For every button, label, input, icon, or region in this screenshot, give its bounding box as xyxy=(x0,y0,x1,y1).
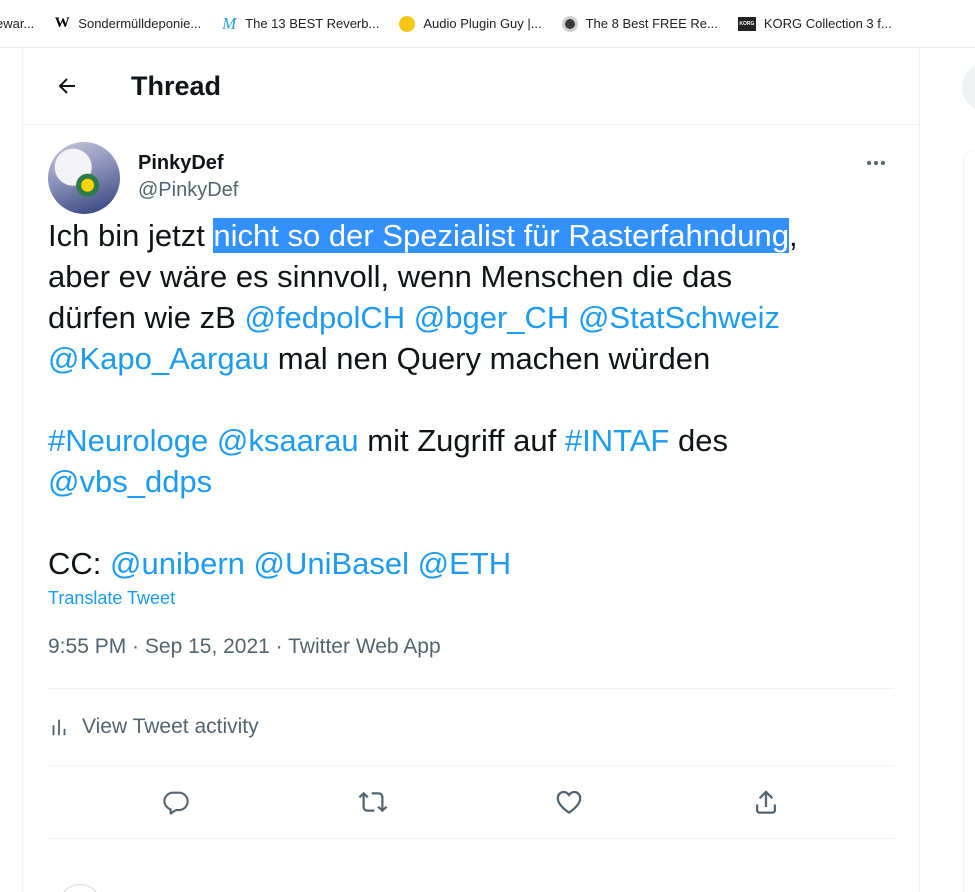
mention-link[interactable]: @vbs_ddps xyxy=(48,464,212,499)
tweet-line: @vbs_ddps xyxy=(48,461,908,502)
disc-icon xyxy=(561,15,578,32)
bookmark-label: The 8 Best FREE Re... xyxy=(585,16,718,31)
mention-link[interactable]: @ksaarau xyxy=(217,423,359,458)
tweet-text-segment xyxy=(405,300,414,335)
share-icon xyxy=(755,790,776,814)
activity-label: View Tweet activity xyxy=(82,715,259,738)
bookmark-label: ewar... xyxy=(0,16,35,31)
display-name[interactable]: PinkyDef xyxy=(138,150,238,176)
bookmarks-bar: ewar... W Sondermülldeponie... M The 13 … xyxy=(0,0,975,48)
mention-link[interactable]: @bger_CH xyxy=(414,300,570,335)
tweet-line: Ich bin jetzt nicht so der Spezialist fü… xyxy=(48,215,908,256)
tweet-text-segment: mit Zugriff auf xyxy=(358,423,565,458)
korg-icon: KORG xyxy=(737,16,756,31)
bookmark-label: The 13 BEST Reverb... xyxy=(245,16,380,31)
mention-link[interactable]: @fedpolCH xyxy=(244,300,405,335)
analytics-icon xyxy=(48,716,70,738)
tweet-author: PinkyDef @PinkyDef xyxy=(48,125,894,215)
mention-link[interactable]: @ETH xyxy=(418,546,511,581)
tweet-date[interactable]: Sep 15, 2021 xyxy=(145,635,270,658)
meta-separator: · xyxy=(126,635,145,658)
user-handle[interactable]: @PinkyDef xyxy=(138,176,238,204)
bookmark-item[interactable]: KORG KORG Collection 3 f... xyxy=(728,10,902,38)
m-logo-icon: M xyxy=(222,13,237,33)
tweet-text-segment xyxy=(245,546,254,581)
sidebar-search-fragment xyxy=(962,62,975,112)
divider xyxy=(48,838,894,839)
more-options-button[interactable] xyxy=(858,145,894,181)
tweet-text-segment: , xyxy=(788,218,798,253)
tweet-text-segment: des xyxy=(669,423,728,458)
tweet-text-segment: dürfen wie zB xyxy=(48,300,245,335)
bookmark-label: Audio Plugin Guy |... xyxy=(423,16,542,31)
page-title: Thread xyxy=(131,70,222,101)
mention-link[interactable]: @UniBasel xyxy=(254,546,410,581)
bookmark-label: Sondermülldeponie... xyxy=(78,16,202,31)
tweet-time[interactable]: 9:55 PM xyxy=(48,635,126,658)
back-button[interactable] xyxy=(49,68,85,104)
mention-link[interactable]: @unibern xyxy=(110,546,245,581)
reply-icon xyxy=(163,791,189,815)
retweet-button[interactable] xyxy=(351,780,395,824)
like-button[interactable] xyxy=(547,780,591,824)
tweet-line: aber ev wäre es sinnvoll, wenn Menschen … xyxy=(48,259,733,294)
tweet-text-segment xyxy=(208,423,217,458)
bookmark-item[interactable]: The 8 Best FREE Re... xyxy=(552,10,728,38)
tweet-meta: 9:55 PM · Sep 15, 2021 · Twitter Web App xyxy=(48,632,894,688)
tweet-client[interactable]: Twitter Web App xyxy=(288,635,441,658)
mention-link[interactable]: @Kapo_Aargau xyxy=(48,341,269,376)
tweet-text-segment: mal nen Query machen würden xyxy=(269,341,711,376)
translate-tweet-link[interactable]: Translate Tweet xyxy=(48,586,894,610)
arrow-left-icon xyxy=(58,78,75,94)
tweet-text: Ich bin jetzt nicht so der Spezialist fü… xyxy=(48,215,908,584)
tweet-line: #Neurologe @ksaarau mit Zugriff auf #INT… xyxy=(48,420,908,461)
wikipedia-icon: W xyxy=(54,15,70,31)
share-button[interactable] xyxy=(744,780,788,824)
heart-icon xyxy=(556,790,582,814)
hashtag-link[interactable]: #Neurologe xyxy=(48,423,208,458)
retweet-icon xyxy=(358,791,388,813)
bookmark-item[interactable]: W Sondermülldeponie... xyxy=(44,10,211,38)
bookmark-label: KORG Collection 3 f... xyxy=(763,16,892,31)
tweet: PinkyDef @PinkyDef Ich bin jetzt nicht s… xyxy=(23,125,919,839)
more-horizontal-icon xyxy=(867,161,885,165)
selected-text: nicht so der Spezialist für Rasterfahndu… xyxy=(213,218,789,253)
sidebar-panel-fragment xyxy=(963,150,975,892)
meta-separator: · xyxy=(269,635,289,658)
bookmark-item[interactable]: Audio Plugin Guy |... xyxy=(389,10,551,38)
hashtag-link[interactable]: #INTAF xyxy=(565,423,670,458)
mention-link[interactable]: @StatSchweiz xyxy=(578,300,780,335)
audio-plugin-guy-icon xyxy=(399,15,416,32)
tweet-line: CC: @unibern @UniBasel @ETH xyxy=(48,543,908,584)
tweet-text-segment: Ich bin jetzt xyxy=(48,218,214,253)
tweet-actions xyxy=(48,766,894,838)
thread-header: Thread xyxy=(23,48,919,125)
view-tweet-activity-button[interactable]: View Tweet activity xyxy=(48,689,894,765)
tweet-text-segment xyxy=(409,546,418,581)
bookmark-item[interactable]: ewar... xyxy=(0,10,44,38)
reply-button[interactable] xyxy=(154,780,198,824)
tweet-line: dürfen wie zB @fedpolCH @bger_CH @StatSc… xyxy=(48,297,908,338)
tweet-line: @Kapo_Aargau mal nen Query machen würden xyxy=(48,338,908,379)
thread-column: Thread PinkyDef @PinkyDef Ich bin jetzt … xyxy=(22,48,920,892)
author-names: PinkyDef @PinkyDef xyxy=(138,150,238,204)
tweet-text-segment: CC: xyxy=(48,546,110,581)
avatar[interactable] xyxy=(48,142,120,214)
bookmark-item[interactable]: M The 13 BEST Reverb... xyxy=(211,10,389,38)
tweet-text-segment xyxy=(569,300,578,335)
